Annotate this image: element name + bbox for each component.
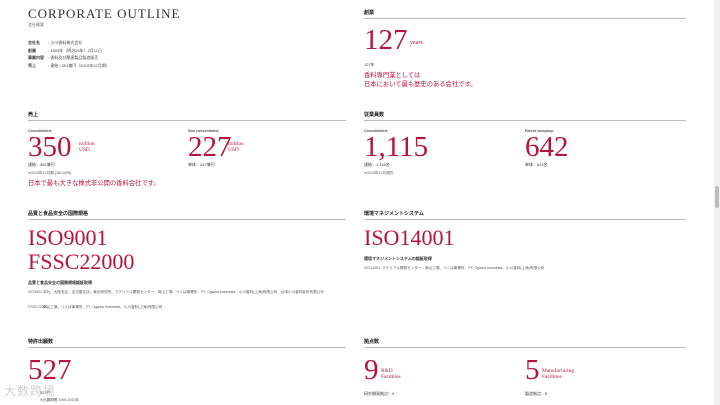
quality-iso-key: ISO9001: [28, 290, 43, 294]
outline-key: 事業内容: [28, 55, 44, 60]
outline-value: 1893年（明治26年）2月11日: [50, 47, 102, 53]
employees-consolidated-value: 1,115: [364, 131, 429, 163]
quality-standard-iso9001: ISO9001: [28, 225, 108, 250]
page-title: CORPORATE OUTLINE: [28, 6, 181, 21]
environment-iso-key: ISO14001: [364, 266, 381, 270]
outline-row: 売上: 連結 / 351億円（2019年12月期）: [28, 62, 110, 68]
founding-statement-line2: 日本において最も歴史のある会社です。: [364, 81, 477, 88]
quality-iso-text: 本社、大阪支店、名古屋支店、東京研究所、マテリアル開発センター、岡山工場、つくば…: [43, 290, 324, 294]
bases-rd-unit2: Facilities: [381, 374, 401, 380]
employees-consolidated-caption: 連結：1,115名: [364, 162, 390, 167]
bases-mf-value: 5: [525, 354, 540, 386]
quality-fssc-text: 岡山工場、つくば事業所、PT. Ogawa Indonesia、小川香料(上海)…: [43, 305, 163, 309]
sales-note: ※2019年12月期 (1$=109¥): [28, 171, 72, 175]
employees-note: ※2019年12月現在: [364, 171, 394, 175]
employees-label: 従業員数: [364, 112, 385, 118]
quality-iso-row: ISO9001本社、大阪支店、名古屋支店、東京研究所、マテリアル開発センター、岡…: [28, 289, 328, 295]
sales-consolidated-value: 350: [28, 131, 72, 163]
employees-parent-value: 642: [525, 131, 569, 163]
founding-statement: 香料専門業としては 日本において最も歴史のある会社です。: [364, 71, 477, 89]
sales-nonconsolidated-unit: million USD: [228, 141, 244, 153]
outline-row: 創業: 1893年（明治26年）2月11日: [28, 47, 102, 53]
bases-mf-unit: Manufacturing Facilities: [542, 368, 574, 380]
sales-nonconsolidated-unit2: USD: [228, 147, 239, 153]
page-subtitle: 会社概要: [28, 22, 44, 27]
founding-number: 127: [364, 24, 408, 56]
founding-label: 創業: [364, 10, 375, 16]
sales-nonconsolidated-caption: 単体：247億円: [188, 162, 215, 167]
bases-rd-value: 9: [364, 354, 379, 386]
quality-heading: 品質と食品安全の国際規格認証取得: [28, 280, 92, 285]
quality-fssc-row: FSSC22000岡山工場、つくば事業所、PT. Ogawa Indonesia…: [28, 304, 328, 310]
outline-key: 創業: [28, 47, 36, 53]
sales-consolidated-unit: million USD: [79, 141, 95, 153]
scrollbar-thumb[interactable]: [715, 186, 719, 208]
bases-mf-unit2: Facilities: [542, 374, 562, 380]
employees-divider: [364, 120, 686, 121]
quality-label: 品質と食品安全の国際規格: [28, 211, 89, 217]
environment-iso-row: ISO14001 マテリアル開発センター、岡山工場、つくば事業所、PT. Ogaw…: [364, 265, 664, 271]
sales-divider: [28, 120, 346, 121]
bases-rd-unit: R&D Facilities: [381, 368, 401, 380]
outline-value: 連結 / 351億円（2019年12月期）: [50, 62, 110, 68]
patents-divider: [28, 347, 346, 348]
environment-label: 環境マネジメントシステム: [364, 211, 424, 217]
patents-label: 特許出願数: [28, 339, 54, 345]
sales-nonconsolidated-value: 227: [188, 131, 232, 163]
outline-key: 売上: [28, 62, 36, 68]
sales-consolidated-unit2: USD: [79, 147, 90, 153]
employees-parent-caption: 単体：642名: [525, 162, 548, 167]
quality-standard-fssc22000: FSSC22000: [28, 249, 135, 274]
founding-caption: 127年: [364, 62, 375, 67]
bases-rd-caption: 研究開発拠点：9: [364, 391, 395, 396]
outline-info: 会社名: 小川香料株式会社 創業: 1893年（明治26年）2月11日 事業内容…: [28, 39, 110, 69]
bases-divider: [364, 347, 686, 348]
environment-iso-text: マテリアル開発センター、岡山工場、つくば事業所、PT. Ogawa Indone…: [382, 266, 545, 270]
bases-mf-caption: 製造拠点：5: [525, 391, 548, 396]
founding-statement-line1: 香料専門業としては: [364, 72, 421, 79]
environment-divider: [364, 219, 686, 220]
quality-divider: [28, 219, 346, 220]
outline-row: 会社名: 小川香料株式会社: [28, 40, 83, 45]
founding-divider: [364, 18, 686, 19]
bases-label: 拠点数: [364, 339, 380, 345]
quality-fssc-key: FSSC22000: [28, 305, 48, 309]
sales-label: 売上: [28, 112, 39, 118]
sales-consolidated-caption: 連結：351億円: [28, 162, 55, 167]
outline-value: 香料及び関連製品製造販売: [50, 55, 99, 60]
sales-statement: 日本で最も大きな株式非公開の香料会社です。: [28, 180, 160, 187]
patents-value: 527: [28, 354, 72, 386]
environment-standard-iso14001: ISO14001: [364, 225, 455, 250]
outline-value: 小川香料株式会社: [50, 40, 83, 45]
outline-key: 会社名: [28, 40, 40, 45]
founding-unit: years: [410, 40, 423, 46]
outline-row: 事業内容: 香料及び関連製品製造販売: [28, 55, 99, 60]
watermark: 大数跨境: [4, 384, 57, 398]
environment-heading: 環境マネジメントシステムの認証取得: [364, 256, 432, 261]
